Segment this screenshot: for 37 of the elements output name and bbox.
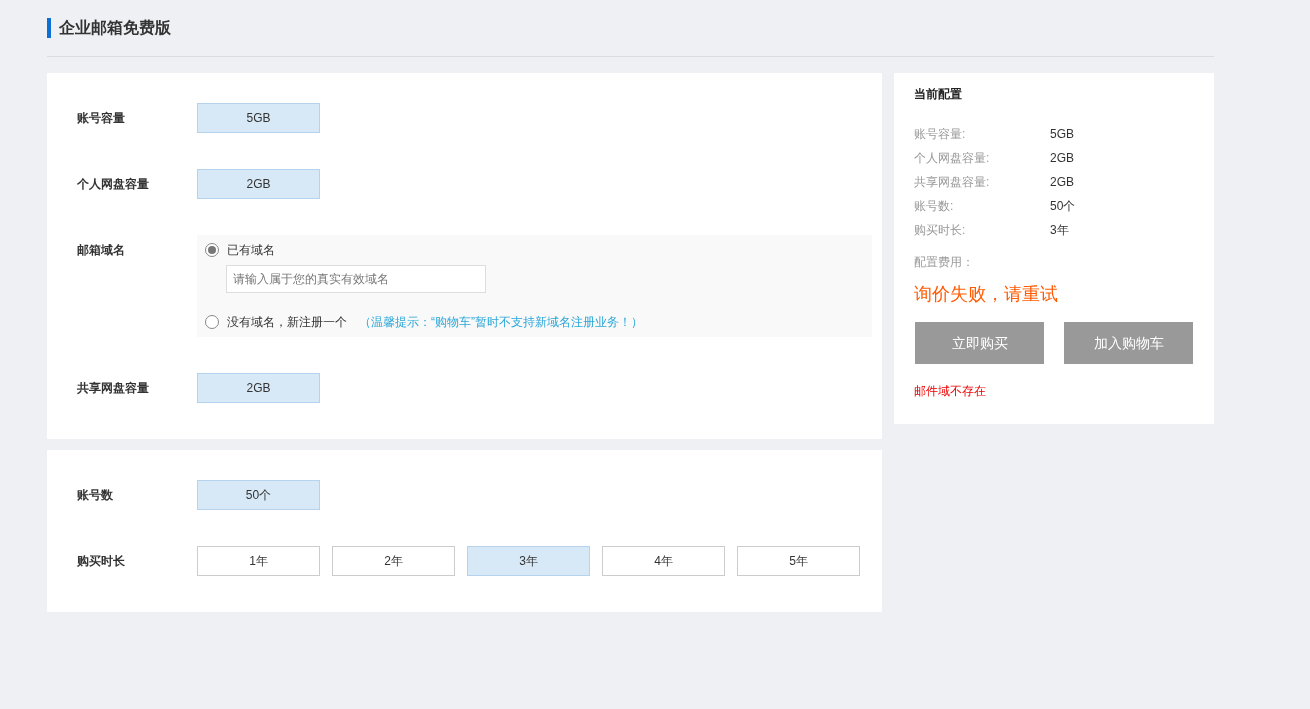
summary-value: 2GB [1050, 174, 1074, 191]
summary-label: 个人网盘容量: [914, 150, 991, 167]
summary-value: 5GB [1050, 126, 1074, 143]
radio-button[interactable] [205, 315, 219, 329]
radio-label: 没有域名，新注册一个 [227, 314, 347, 331]
summary-title: 当前配置 [914, 86, 963, 103]
option-button[interactable]: 50个 [197, 480, 320, 510]
price-error-text: 询价失败，请重试 [914, 283, 1059, 306]
summary-value: 3年 [1050, 222, 1069, 239]
field-label: 个人网盘容量 [77, 176, 150, 193]
field-label: 购买时长 [77, 553, 126, 570]
summary-value: 2GB [1050, 150, 1074, 167]
option-button[interactable]: 5GB [197, 103, 320, 133]
option-button[interactable]: 3年 [467, 546, 590, 576]
option-button[interactable]: 2GB [197, 373, 320, 403]
summary-label: 账号数: [914, 198, 955, 215]
summary-label: 账号容量: [914, 126, 967, 143]
title-accent-bar [47, 18, 51, 38]
option-button[interactable]: 1年 [197, 546, 320, 576]
fee-label: 配置费用： [914, 254, 975, 271]
option-button[interactable]: 2GB [197, 169, 320, 199]
radio-button[interactable] [205, 243, 219, 257]
summary-label: 购买时长: [914, 222, 967, 239]
field-label: 账号数 [77, 487, 114, 504]
field-label: 邮箱域名 [77, 242, 126, 259]
summary-label: 共享网盘容量: [914, 174, 991, 191]
hint-text: （温馨提示：“购物车”暂时不支持新域名注册业务！） [359, 314, 643, 331]
field-label: 账号容量 [77, 110, 126, 127]
domain-input-field[interactable]: 请输入属于您的真实有效域名 [226, 265, 486, 293]
option-button[interactable]: 2年 [332, 546, 455, 576]
page-title: 企业邮箱免费版 [59, 18, 171, 38]
error-message: 邮件域不存在 [914, 383, 987, 400]
field-label: 共享网盘容量 [77, 380, 150, 397]
option-button[interactable]: 5年 [737, 546, 860, 576]
summary-value: 50个 [1050, 198, 1076, 215]
radio-label: 已有域名 [227, 242, 275, 259]
option-button[interactable]: 4年 [602, 546, 725, 576]
